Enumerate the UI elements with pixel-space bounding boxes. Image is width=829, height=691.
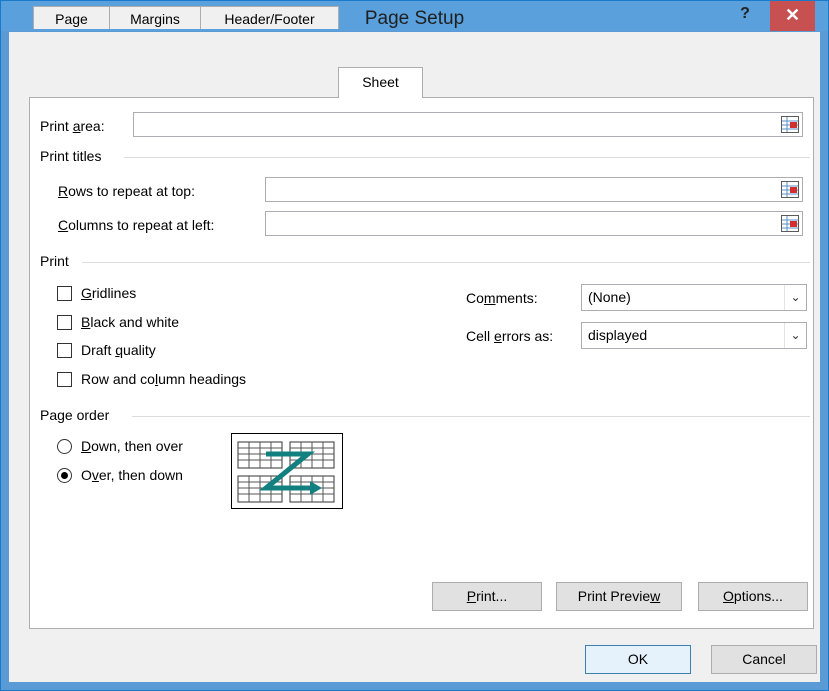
print-area-label: Print area: [40,118,105,134]
collapse-dialog-icon[interactable] [781,181,799,198]
chevron-down-icon: ⌄ [784,323,806,348]
tab-label: Header/Footer [224,11,315,27]
row-column-headings-checkbox[interactable] [57,372,72,387]
black-white-label: Black and white [81,314,180,330]
cell-errors-label: Cell errors as: [466,328,554,344]
columns-repeat-field[interactable] [265,211,803,236]
rows-repeat-field[interactable] [265,177,803,202]
options-button[interactable]: Options... [698,582,808,611]
chevron-down-icon: ⌄ [784,285,806,310]
print-titles-divider [124,157,810,158]
print-preview-button[interactable]: Print Preview [556,582,682,611]
ok-button[interactable]: OK [585,645,691,674]
cell-errors-select[interactable]: displayed ⌄ [581,322,807,349]
comments-select[interactable]: (None) ⌄ [581,284,807,311]
print-titles-heading: Print titles [40,148,102,164]
down-then-over-label: Down, then over [81,438,183,454]
print-divider [82,262,810,263]
tab-label: Sheet [362,74,399,90]
cancel-button[interactable]: Cancel [711,645,817,674]
tab-page[interactable]: Page [33,6,110,29]
tab-label: Page [55,11,88,27]
gridlines-checkbox[interactable] [57,286,72,301]
page-order-heading: Page order [40,407,110,423]
rows-repeat-label: Rows to repeat at top: [58,183,195,199]
close-button[interactable]: ✕ [770,1,815,31]
gridlines-label: Gridlines [81,285,137,301]
comments-label: Comments: [466,290,538,306]
down-then-over-radio[interactable] [57,439,72,454]
row-column-headings-label: Row and column headings [81,371,247,387]
columns-repeat-label: Columns to repeat at left: [58,217,215,233]
black-white-checkbox[interactable] [57,315,72,330]
print-heading: Print [40,253,69,269]
help-button[interactable]: ? [734,3,756,25]
print-area-field[interactable] [133,112,803,137]
comments-value: (None) [588,289,631,305]
collapse-dialog-icon[interactable] [781,116,799,133]
draft-quality-checkbox[interactable] [57,343,72,358]
cell-errors-value: displayed [588,327,648,343]
print-button[interactable]: Print... [432,582,542,611]
draft-quality-label: Draft quality [81,342,156,358]
over-then-down-label: Over, then down [81,467,183,483]
over-then-down-radio[interactable] [57,468,72,483]
page-order-preview-icon [231,433,343,509]
collapse-dialog-icon[interactable] [781,215,799,232]
tab-header-footer[interactable]: Header/Footer [200,6,339,29]
radio-selected-dot [61,472,68,479]
tab-margins[interactable]: Margins [109,6,201,29]
page-order-divider [132,416,810,417]
tab-label: Margins [130,11,180,27]
tab-sheet[interactable]: Sheet [338,67,423,98]
